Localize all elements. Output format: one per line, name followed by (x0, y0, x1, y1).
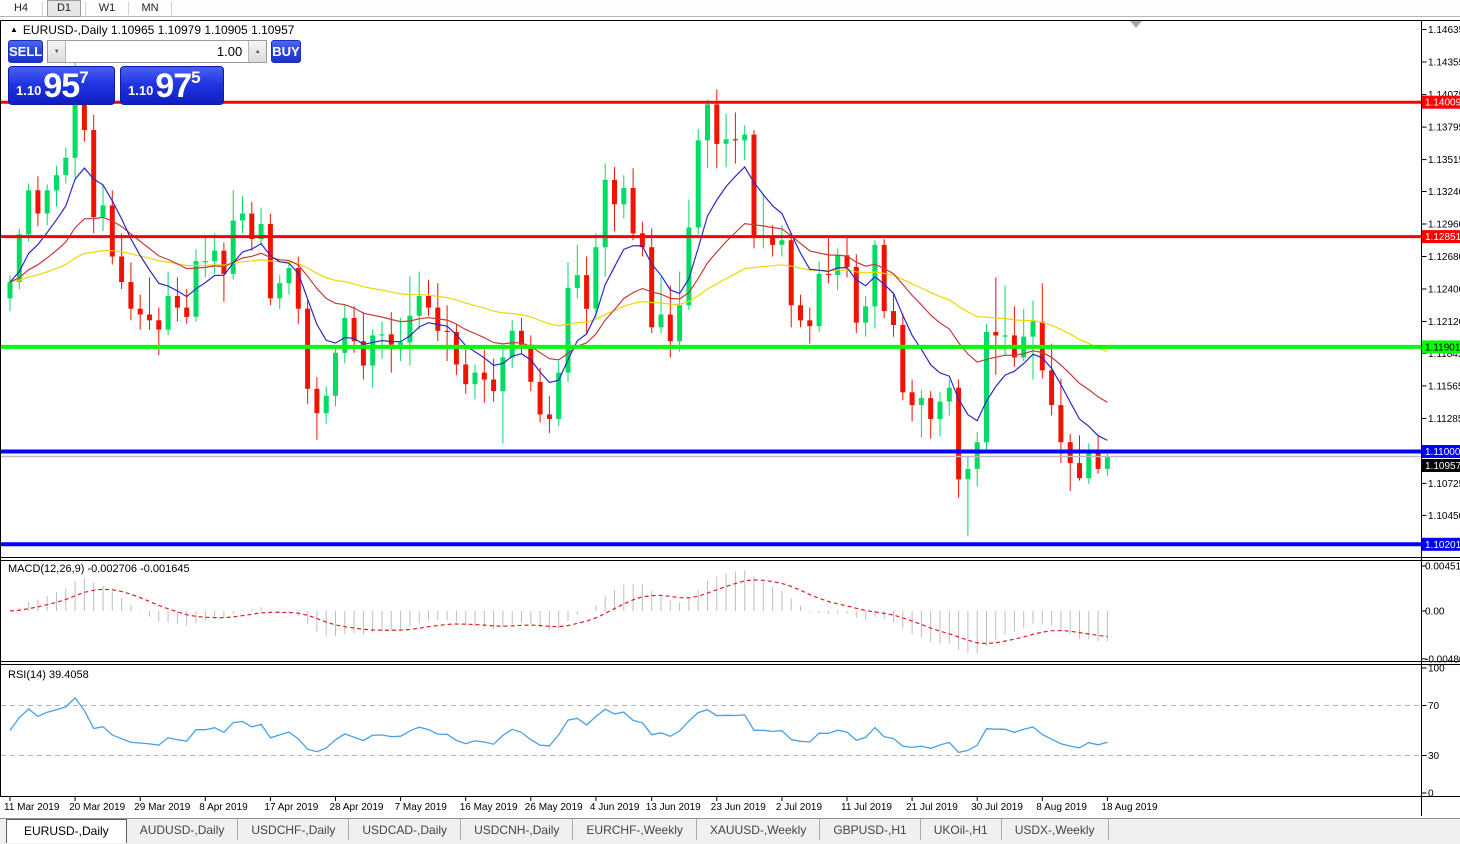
svg-text:28 Apr 2019: 28 Apr 2019 (330, 802, 384, 813)
svg-text:1.12400: 1.12400 (1428, 285, 1460, 296)
volume-stepper: ▼ ▲ (47, 40, 268, 63)
svg-text:1.14635: 1.14635 (1428, 25, 1460, 36)
buy-price-prefix: 1.10 (128, 83, 154, 98)
volume-decrease-button[interactable]: ▼ (48, 41, 67, 62)
svg-text:18 Aug 2019: 18 Aug 2019 (1101, 802, 1158, 813)
svg-text:100: 100 (1428, 664, 1445, 675)
rsi-pane (1, 696, 1421, 756)
svg-text:0.004517: 0.004517 (1425, 562, 1460, 573)
buy-price-big: 97 (155, 67, 192, 105)
svg-text:1.12960: 1.12960 (1428, 220, 1460, 231)
svg-text:1.14355: 1.14355 (1428, 58, 1460, 69)
svg-text:20 Mar 2019: 20 Mar 2019 (69, 802, 126, 813)
rsi-axis[interactable]: 100 70 30 0 (1421, 664, 1446, 800)
svg-text:1.11000: 1.11000 (1425, 447, 1460, 458)
pane-borders (0, 20, 1460, 816)
sell-price-pip: 7 (79, 68, 89, 87)
rsi-indicator-label: RSI(14) 39.4058 (8, 669, 89, 681)
svg-text:21 Jul 2019: 21 Jul 2019 (906, 802, 958, 813)
svg-text:11 Jul 2019: 11 Jul 2019 (841, 802, 892, 813)
svg-text:16 May 2019: 16 May 2019 (460, 802, 518, 813)
chart-title: ▲ EURUSD-,Daily 1.10965 1.10979 1.10905 1… (10, 23, 294, 37)
chart-tab-usdx-weekly[interactable]: USDX-,Weekly (1002, 819, 1109, 840)
time-axis[interactable]: 11 Mar 2019 20 Mar 2019 29 Mar 2019 8 Apr 2… (4, 796, 1158, 814)
horizontal-lines[interactable] (1, 100, 1421, 547)
chart-tab-usdcad-daily[interactable]: USDCAD-,Daily (349, 819, 462, 840)
svg-text:1.11285: 1.11285 (1428, 414, 1460, 425)
svg-text:1.11901: 1.11901 (1425, 342, 1460, 353)
collapse-chart-icon[interactable]: ▲ (10, 25, 18, 34)
chart-tab-gbpusd-h1[interactable]: GBPUSD-,H1 (820, 819, 921, 840)
rsi-line (9, 696, 1108, 754)
svg-text:30 Jul 2019: 30 Jul 2019 (971, 802, 1023, 813)
svg-text:1.10725: 1.10725 (1428, 479, 1460, 490)
svg-text:1.10201: 1.10201 (1425, 540, 1460, 551)
svg-text:1.12680: 1.12680 (1428, 252, 1460, 263)
svg-text:4 Jun 2019: 4 Jun 2019 (590, 802, 640, 813)
svg-text:1.12851: 1.12851 (1425, 232, 1460, 243)
svg-text:1.12120: 1.12120 (1428, 317, 1460, 328)
macd-indicator-label: MACD(12,26,9) -0.002706 -0.001645 (8, 563, 190, 575)
svg-text:7 May 2019: 7 May 2019 (395, 802, 448, 813)
chart-title-text: EURUSD-,Daily 1.10965 1.10979 1.10905 1.… (22, 23, 295, 37)
chart-tab-bar: EURUSD-,Daily AUDUSD-,Daily USDCHF-,Daily U… (0, 818, 1460, 844)
svg-text:1.10957: 1.10957 (1425, 461, 1460, 472)
svg-text:2 Jul 2019: 2 Jul 2019 (776, 802, 823, 813)
chart-tab-eurusd-daily[interactable]: EURUSD-,Daily (6, 819, 127, 843)
sell-button[interactable]: SELL (8, 40, 44, 63)
svg-text:29 Mar 2019: 29 Mar 2019 (134, 802, 191, 813)
svg-text:23 Jun 2019: 23 Jun 2019 (711, 802, 766, 813)
volume-input[interactable] (66, 41, 249, 62)
svg-text:8 Aug 2019: 8 Aug 2019 (1036, 802, 1087, 813)
chart-canvas[interactable]: 1.146351.143551.140751.137951.135151.132… (0, 0, 1460, 818)
svg-text:26 May 2019: 26 May 2019 (525, 802, 583, 813)
svg-text:70: 70 (1428, 701, 1440, 712)
svg-text:30: 30 (1428, 751, 1440, 762)
scroll-to-end-icon[interactable] (1130, 21, 1142, 28)
svg-text:1.13240: 1.13240 (1428, 187, 1460, 198)
macd-axis[interactable]: 0.0045170.00-0.004806 (1421, 562, 1460, 666)
svg-text:13 Jun 2019: 13 Jun 2019 (646, 802, 701, 813)
svg-text:1.13795: 1.13795 (1428, 123, 1460, 134)
buy-button[interactable]: BUY (271, 40, 301, 63)
svg-text:8 Apr 2019: 8 Apr 2019 (199, 802, 248, 813)
volume-increase-button[interactable]: ▲ (248, 41, 267, 62)
svg-text:17 Apr 2019: 17 Apr 2019 (264, 802, 318, 813)
chart-tab-xauusd-weekly[interactable]: XAUUSD-,Weekly (697, 819, 821, 840)
buy-price-pip: 5 (191, 68, 201, 87)
svg-text:1.11565: 1.11565 (1428, 381, 1460, 392)
chart-tab-audusd-daily[interactable]: AUDUSD-,Daily (127, 819, 239, 840)
svg-text:0.00: 0.00 (1425, 607, 1445, 618)
svg-text:11 Mar 2019: 11 Mar 2019 (4, 802, 60, 813)
chart-tab-ukoil-h1[interactable]: UKOil-,H1 (921, 819, 1002, 840)
buy-price-box[interactable]: 1.10 97 5 (120, 66, 224, 105)
svg-text:1.14009: 1.14009 (1425, 98, 1460, 109)
svg-text:0: 0 (1428, 789, 1434, 800)
sell-price-big: 95 (43, 67, 80, 105)
svg-text:1.13515: 1.13515 (1428, 155, 1460, 166)
chart-tab-usdcnh-daily[interactable]: USDCNH-,Daily (461, 819, 574, 840)
sell-price-box[interactable]: 1.10 95 7 (8, 66, 115, 105)
one-click-trade-panel: SELL ▼ ▲ BUY 1.10 95 7 1.10 97 5 (8, 40, 301, 105)
chart-tab-eurchf-weekly[interactable]: EURCHF-,Weekly (573, 819, 697, 840)
chart-tab-usdchf-daily[interactable]: USDCHF-,Daily (238, 819, 350, 840)
macd-pane (9, 570, 1108, 654)
sell-price-prefix: 1.10 (16, 83, 42, 98)
svg-text:1.10450: 1.10450 (1428, 511, 1460, 522)
